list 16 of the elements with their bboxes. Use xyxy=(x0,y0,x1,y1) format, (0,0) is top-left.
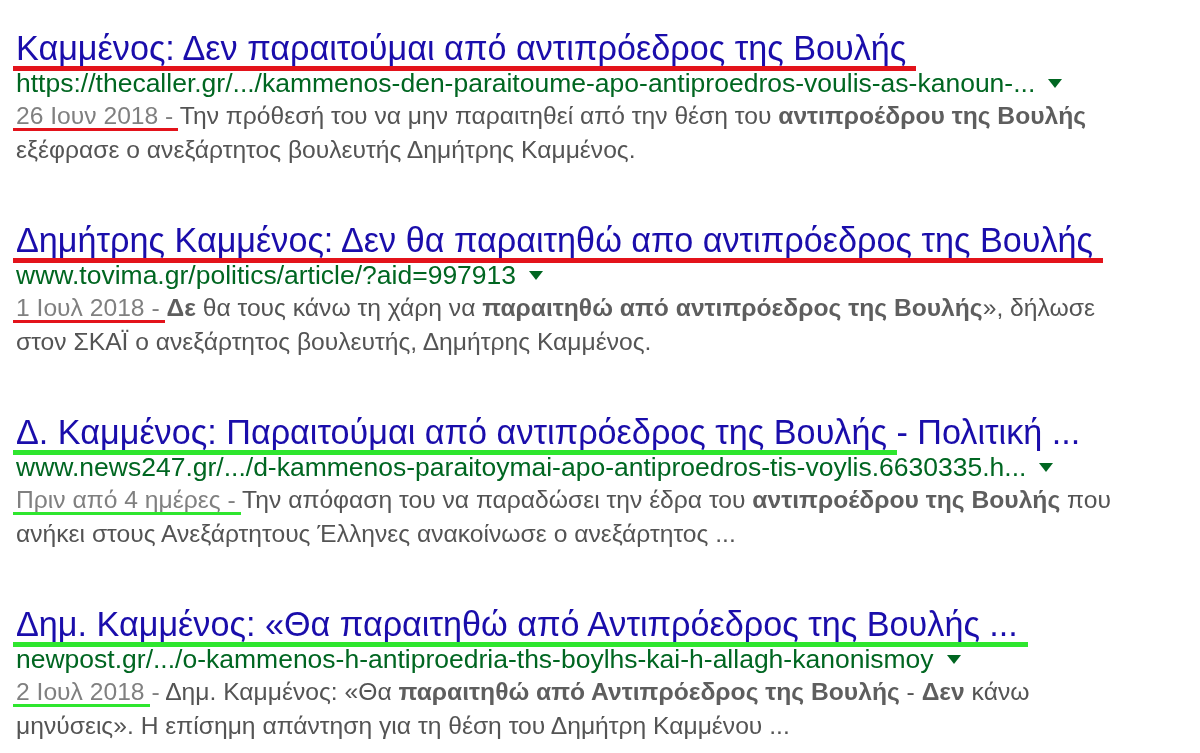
result-title-link[interactable]: Δημήτρης Καμμένος: Δεν θα παραιτηθώ απο αντιπρόεδρος της Βουλής xyxy=(16,221,1093,259)
result-snippet: Πριν από 4 ημέρες - Την απόφαση του να παραδώσει την έδρα του αντιπροέδρου της Βουλής που ανήκει στους Ανεξάρτητους Έλληνες ανακοίνωσε ο ανεξάρτητος ... xyxy=(16,485,1112,549)
result-snippet: 1 Ιουλ 2018 - Δε θα τους κάνω τη χάρη να παραιτηθώ από αντιπρόεδρος της Βουλής», δήλωσε στον ΣΚΑΪ ο ανεξάρτητος βουλευτής, Δημήτρης Καμμένος. xyxy=(16,293,1096,357)
caret-icon[interactable] xyxy=(529,271,544,280)
result-url: https://thecaller.gr/.../kammenos-den-paraitoume-apo-antiproedros-voulis-as-kanoun-... xyxy=(16,68,1036,99)
result-title-link[interactable]: Δ. Καμμένος: Παραιτούμαι από αντιπρόεδρος της Βουλής - Πολιτική ... xyxy=(16,413,1081,451)
caret-icon[interactable] xyxy=(1048,79,1063,88)
result-url: www.tovima.gr/politics/article/?aid=997913 xyxy=(16,260,517,291)
result-snippet: 2 Ιουλ 2018 - Δημ. Καμμένος: «Θα παραιτηθώ από Αντιπρόεδρος της Βουλής - Δεν κάνω μηνύσεις». Η επίσημη απάντηση για τη θέση του Δημήτρη Καμμένου ... xyxy=(16,677,1031,741)
result-url: newpost.gr/.../o-kammenos-h-antiproedria-ths-boylhs-kai-h-allagh-kanonismoy xyxy=(16,644,934,675)
caret-icon[interactable] xyxy=(1039,463,1054,472)
result-snippet: 26 Ιουν 2018 - Την πρόθεσή του να μην παραιτηθεί από την θέση του αντιπροέδρου της Βουλής εξέφρασε ο ανεξάρτητος βουλευτής Δημήτρης Καμμένος. xyxy=(16,101,1088,165)
result-title-link[interactable]: Καμμένος: Δεν παραιτούμαι από αντιπρόεδρος της Βουλής xyxy=(16,29,907,67)
caret-icon[interactable] xyxy=(946,655,961,664)
result-title-link[interactable]: Δημ. Καμμένος: «Θα παραιτηθώ από Αντιπρόεδρος της Βουλής ... xyxy=(16,605,1018,643)
result-url: www.news247.gr/.../d-kammenos-paraitoymai-apo-antiproedros-tis-voylis.6630335.h... xyxy=(16,452,1027,483)
